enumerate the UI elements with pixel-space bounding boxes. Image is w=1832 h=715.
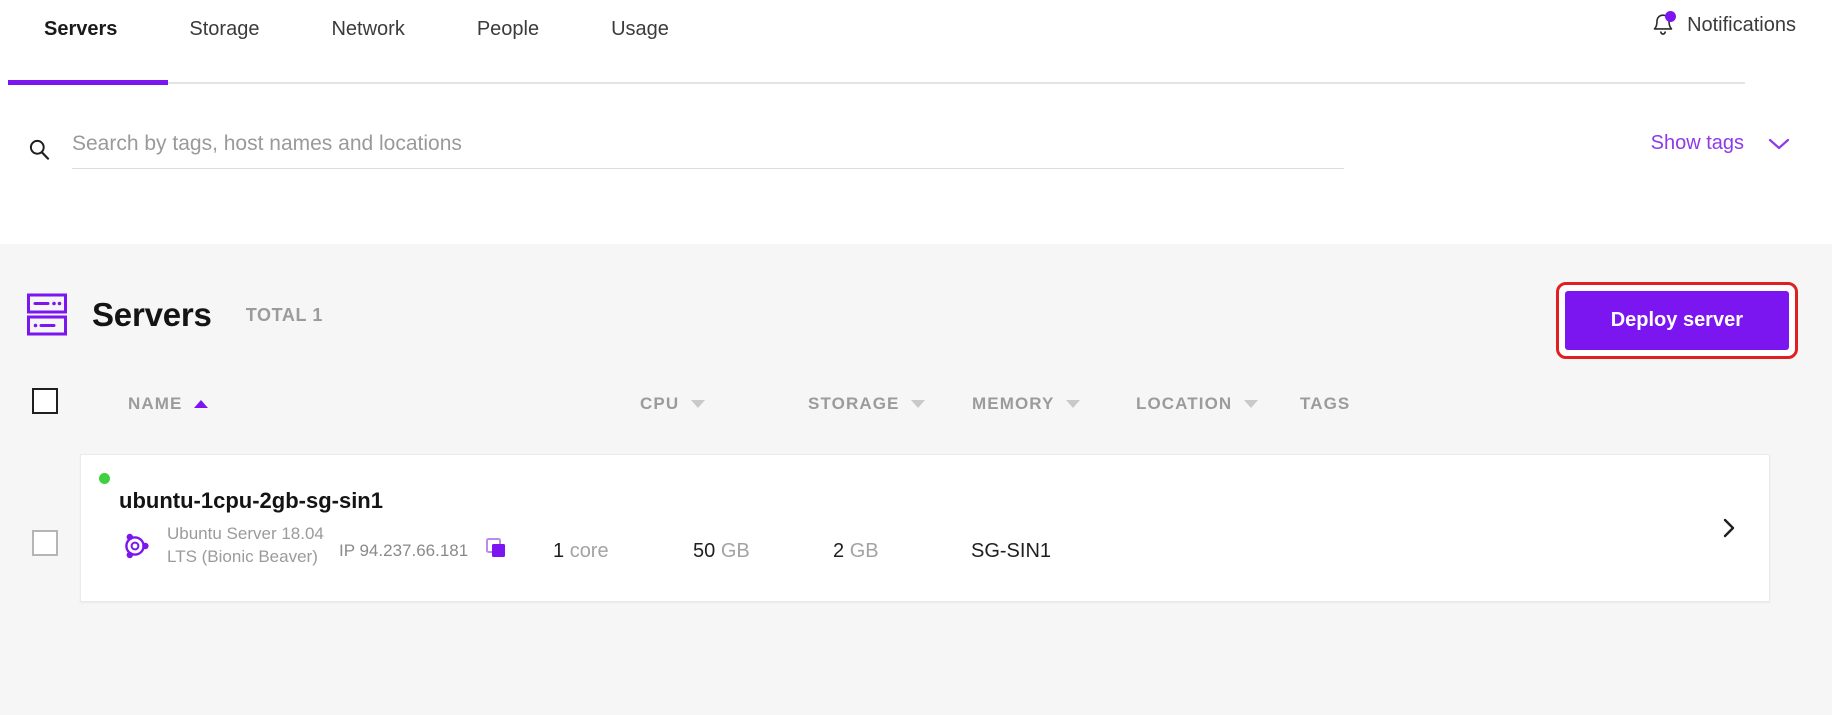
table-row[interactable]: ubuntu-1cpu-2gb-sg-sin1 Ubuntu Server 18… [80, 454, 1770, 602]
server-rack-icon [26, 292, 68, 338]
column-header-memory-label: MEMORY [972, 394, 1055, 413]
sort-descending-icon [691, 400, 706, 408]
row-select-checkbox[interactable] [32, 530, 58, 556]
section-header: Servers TOTAL 1 Deploy server [0, 244, 1832, 394]
column-header-cpu[interactable]: CPU [640, 394, 706, 414]
column-header-name[interactable]: NAME [128, 394, 209, 414]
status-badge [99, 473, 110, 484]
search-bar-row: Show tags [0, 96, 1832, 244]
chevron-right-icon[interactable] [1719, 515, 1739, 541]
server-os-name: Ubuntu Server 18.04 LTS (Bionic Beaver) [167, 523, 324, 569]
server-os-block: Ubuntu Server 18.04 LTS (Bionic Beaver) [119, 523, 324, 569]
sort-descending-icon [1244, 400, 1259, 408]
column-header-tags-label: TAGS [1300, 394, 1351, 413]
tab-network[interactable]: Network [295, 0, 440, 58]
server-os-line1: Ubuntu Server 18.04 [167, 524, 324, 543]
chevron-down-icon [1766, 136, 1792, 152]
tab-servers[interactable]: Servers [8, 0, 153, 58]
server-total-count: TOTAL 1 [245, 304, 323, 325]
bell-icon [1651, 11, 1677, 38]
search-input[interactable] [72, 128, 1344, 169]
server-name: ubuntu-1cpu-2gb-sg-sin1 [119, 488, 383, 513]
column-header-memory[interactable]: MEMORY [972, 394, 1081, 414]
copy-icon[interactable] [485, 537, 507, 559]
sort-descending-icon [1066, 400, 1081, 408]
select-all-checkbox[interactable] [32, 388, 58, 414]
page-title: Servers [92, 296, 212, 333]
server-os-line2: LTS (Bionic Beaver) [167, 546, 318, 566]
deploy-server-button[interactable]: Deploy server [1564, 291, 1789, 350]
deploy-server-highlight: Deploy server [1555, 282, 1798, 359]
tab-usage[interactable]: Usage [575, 0, 705, 58]
server-list: ubuntu-1cpu-2gb-sg-sin1 Ubuntu Server 18… [0, 454, 1832, 634]
cell-storage-value: 50 [693, 540, 716, 562]
column-header-cpu-label: CPU [640, 394, 680, 413]
tab-list: Servers Storage Network People Usage [0, 0, 1832, 58]
top-navigation-bar: Servers Storage Network People Usage Not… [0, 0, 1832, 96]
cell-storage: 50 GB [693, 540, 750, 563]
page-body: Servers TOTAL 1 Deploy server NAME CPU S… [0, 244, 1832, 715]
search-icon [28, 138, 50, 160]
cell-cpu-unit: core [569, 540, 609, 562]
column-header-name-label: NAME [128, 394, 183, 413]
server-ip-address: IP 94.237.66.181 [339, 541, 469, 560]
column-header-location[interactable]: LOCATION [1136, 394, 1259, 414]
show-tags-toggle[interactable]: Show tags [1651, 132, 1792, 155]
cell-cpu-value: 1 [553, 540, 565, 562]
column-header-location-label: LOCATION [1136, 394, 1233, 413]
cell-memory-value: 2 [833, 540, 845, 562]
cell-cpu: 1 core [553, 540, 609, 563]
sort-ascending-icon [194, 400, 209, 408]
cell-memory-unit: GB [849, 540, 879, 562]
cell-location: SG-SIN1 [971, 540, 1052, 562]
column-header-tags[interactable]: TAGS [1300, 394, 1350, 414]
section-title-group: Servers TOTAL 1 [26, 292, 323, 338]
search-container [28, 128, 1548, 169]
table-header-row: NAME CPU STORAGE MEMORY LOCATION TAGS [0, 388, 1832, 454]
ubuntu-icon [119, 530, 151, 562]
cell-memory: 2 GB [833, 540, 879, 563]
column-header-storage[interactable]: STORAGE [808, 394, 926, 414]
tab-divider [8, 82, 1745, 84]
sort-descending-icon [911, 400, 926, 408]
show-tags-label: Show tags [1650, 132, 1744, 154]
notifications-label: Notifications [1687, 13, 1796, 36]
active-tab-indicator [8, 80, 168, 85]
notification-badge-dot [1665, 11, 1677, 22]
column-header-storage-label: STORAGE [808, 394, 900, 413]
tab-people[interactable]: People [441, 0, 575, 58]
cell-storage-unit: GB [720, 540, 750, 562]
tab-storage[interactable]: Storage [153, 0, 295, 58]
notifications-button[interactable]: Notifications [1651, 11, 1796, 38]
